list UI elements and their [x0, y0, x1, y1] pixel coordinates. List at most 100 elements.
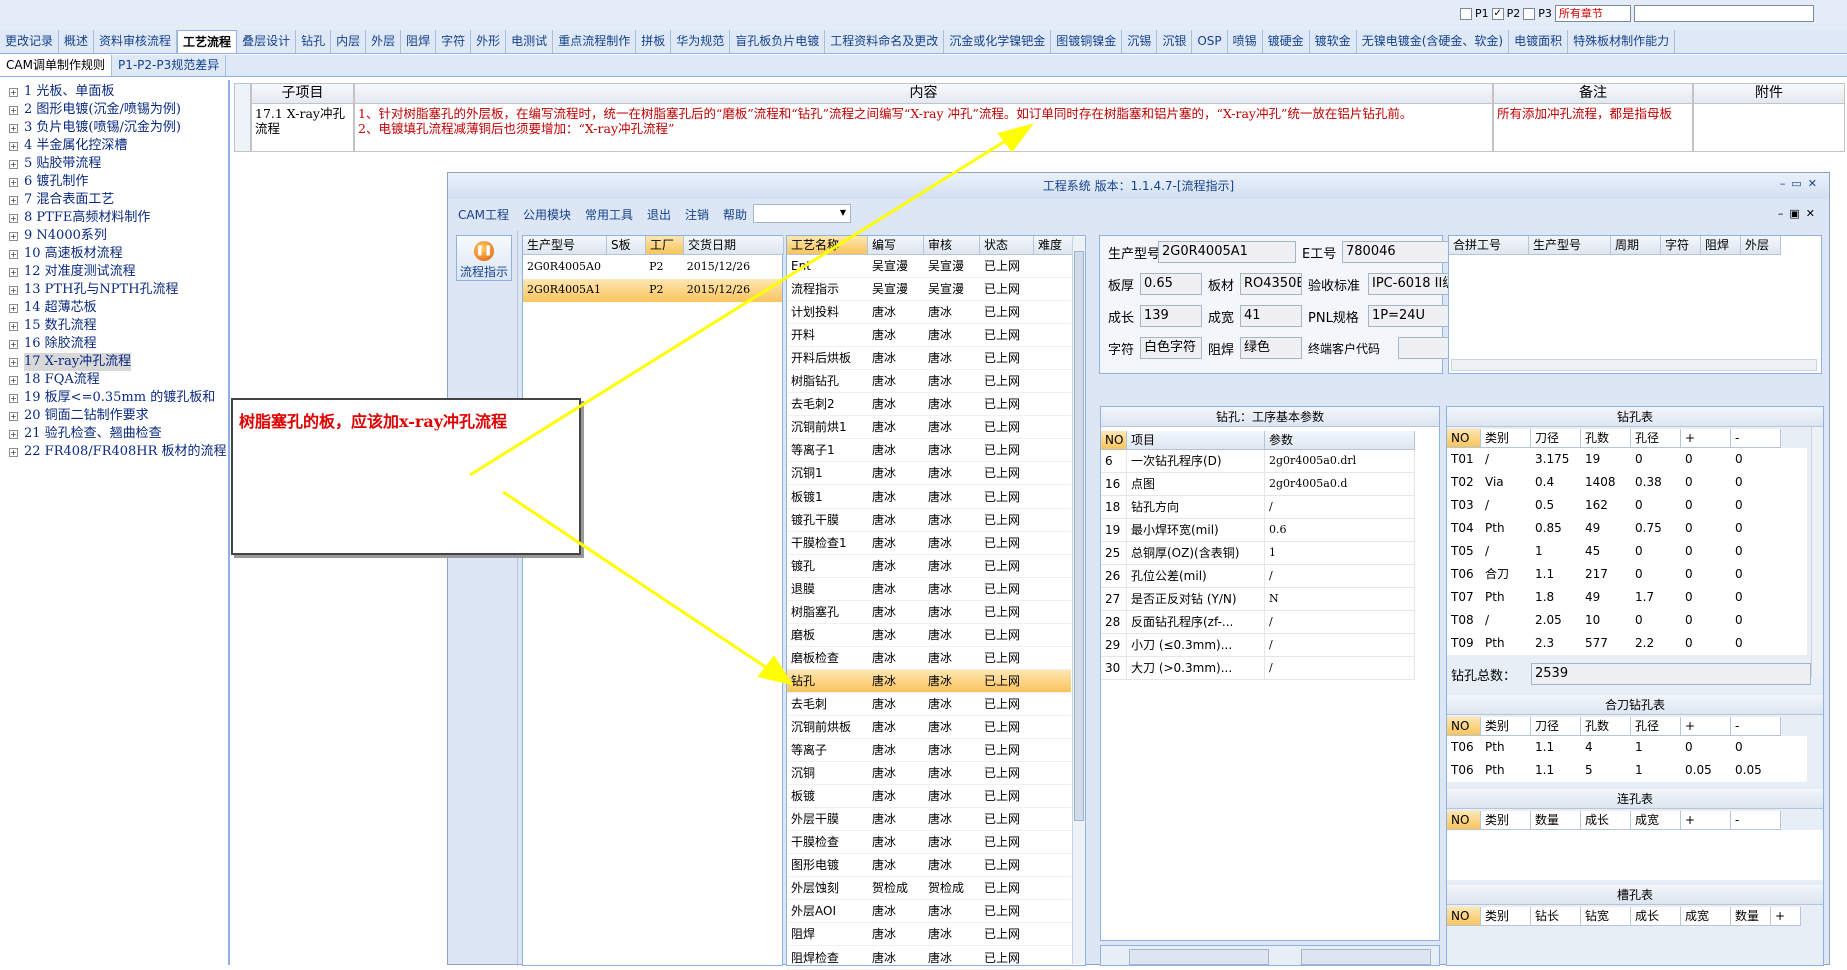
- model-header[interactable]: S板: [607, 236, 646, 255]
- combine-header[interactable]: 孔径: [1631, 717, 1681, 736]
- process-row[interactable]: 板镀1 唐冰 唐冰 已上网: [787, 486, 1071, 509]
- process-row[interactable]: 树脂钻孔 唐冰 唐冰 已上网: [787, 370, 1071, 394]
- info-field-wid[interactable]: 41: [1240, 305, 1302, 327]
- drill-row[interactable]: 16 点图 2g0r4005a0.d: [1101, 473, 1415, 496]
- tree-item[interactable]: +7 混合表面工艺: [0, 191, 228, 209]
- hole-row[interactable]: T04 Pth 0.85 49 0.75 0 0: [1447, 517, 1807, 540]
- tree-item[interactable]: +12 对准度测试流程: [0, 263, 228, 281]
- toolbar-combo[interactable]: ▼: [753, 204, 851, 223]
- combine-header[interactable]: 类别: [1481, 717, 1531, 736]
- attach-cell[interactable]: [1693, 104, 1845, 152]
- hole-scrollbar[interactable]: [1811, 427, 1823, 677]
- hole-header[interactable]: 类别: [1481, 429, 1531, 448]
- groove-header[interactable]: 钻长mm: [1531, 907, 1581, 926]
- tab-9[interactable]: 字符: [436, 30, 472, 53]
- process-row[interactable]: 外层AOI 唐冰 唐冰 已上网: [787, 900, 1071, 924]
- process-row[interactable]: 板镀 唐冰 唐冰 已上网: [787, 785, 1071, 809]
- tab-19[interactable]: 沉锡: [1122, 30, 1158, 53]
- expand-icon[interactable]: +: [9, 303, 18, 313]
- hole-header[interactable]: NO: [1447, 429, 1481, 448]
- p2-checkbox[interactable]: ✓: [1491, 7, 1504, 20]
- drill-row[interactable]: 6 一次钻孔程序(D) 2g0r4005a0.drl: [1101, 450, 1415, 473]
- process-row[interactable]: 磨板 唐冰 唐冰 已上网: [787, 624, 1071, 647]
- tree-item[interactable]: +15 数孔流程: [0, 317, 228, 335]
- process-header[interactable]: 审核: [924, 236, 980, 255]
- tab-18[interactable]: 图镀铜镍金: [1051, 30, 1123, 53]
- tab-5[interactable]: 钻孔: [296, 30, 332, 53]
- tree-item[interactable]: +17 X-ray冲孔流程: [0, 353, 228, 371]
- combine-header[interactable]: NO: [1447, 717, 1481, 736]
- process-row[interactable]: 干膜检查1 唐冰 唐冰 已上网: [787, 532, 1071, 555]
- tab-21[interactable]: OSP: [1192, 30, 1228, 53]
- process-row[interactable]: 图形电镀 唐冰 唐冰 已上网: [787, 854, 1071, 878]
- process-row[interactable]: 沉铜1 唐冰 唐冰 已上网: [787, 462, 1071, 486]
- process-header[interactable]: 编写: [868, 236, 924, 255]
- slot-header[interactable]: -: [1731, 811, 1781, 830]
- bottom-field-2[interactable]: [1301, 949, 1431, 965]
- model-row[interactable]: 2G0R4005A0 P2 2015/12/26: [523, 256, 782, 279]
- merge-header[interactable]: 外层: [1741, 236, 1781, 255]
- expand-icon[interactable]: +: [9, 393, 18, 403]
- tree-item[interactable]: +9 N4000系列: [0, 227, 228, 245]
- hole-row[interactable]: T02 Via 0.4 1408 0.38 0 0: [1447, 471, 1807, 494]
- tree-item[interactable]: +14 超薄芯板: [0, 299, 228, 317]
- groove-header[interactable]: 钻宽mm: [1581, 907, 1631, 926]
- tab-7[interactable]: 外层: [366, 30, 402, 53]
- process-row[interactable]: 计划投料 唐冰 唐冰 已上网: [787, 301, 1071, 325]
- tree-item[interactable]: +18 FQA流程: [0, 371, 228, 389]
- tab-17[interactable]: 沉金或化学镍钯金: [944, 30, 1052, 53]
- process-row[interactable]: 外层干膜 唐冰 唐冰 已上网: [787, 808, 1071, 832]
- process-row[interactable]: 钻孔 唐冰 唐冰 已上网: [787, 669, 1071, 693]
- tab-11[interactable]: 电测试: [506, 30, 554, 53]
- expand-icon[interactable]: +: [9, 267, 18, 277]
- drill-row[interactable]: 28 反面钻孔程序(zf-... /: [1101, 611, 1415, 634]
- combine-header[interactable]: 刀径: [1531, 717, 1581, 736]
- menu-item[interactable]: 退出: [647, 206, 671, 223]
- slot-header[interactable]: 数量: [1531, 811, 1581, 830]
- tab-8[interactable]: 阻焊: [401, 30, 437, 53]
- subtab-1[interactable]: P1-P2-P3规范差异: [112, 55, 227, 76]
- tab-23[interactable]: 镀硬金: [1263, 30, 1310, 53]
- process-row[interactable]: Ent 吴宣漫 吴宣漫 已上网: [787, 255, 1071, 278]
- menu-item[interactable]: CAM工程: [458, 206, 509, 223]
- drill-row[interactable]: 27 是否正反对钻 (Y/N) N: [1101, 588, 1415, 611]
- process-row[interactable]: 沉铜 唐冰 唐冰 已上网: [787, 762, 1071, 786]
- slot-header[interactable]: 类别: [1481, 811, 1531, 830]
- expand-icon[interactable]: +: [9, 105, 18, 115]
- tree-item[interactable]: +22 FR408/FR408HR 板材的流程: [0, 443, 228, 461]
- process-row[interactable]: 沉铜前烘板 唐冰 唐冰 已上网: [787, 716, 1071, 739]
- tab-25[interactable]: 无镍电镀金(含硬金、软金): [1357, 30, 1510, 53]
- merge-header[interactable]: 阻焊: [1701, 236, 1741, 255]
- drill-header[interactable]: NO: [1101, 431, 1127, 450]
- hole-row[interactable]: T06 合刀 1.1 217 0 0 0: [1447, 563, 1807, 586]
- process-scrollbar[interactable]: [1072, 237, 1085, 964]
- process-row[interactable]: 开料后烘板 唐冰 唐冰 已上网: [787, 347, 1071, 371]
- tree-item[interactable]: +10 高速板材流程: [0, 245, 228, 263]
- tab-3[interactable]: 工艺流程: [177, 30, 238, 53]
- slot-header[interactable]: 成长mm: [1581, 811, 1631, 830]
- search-input[interactable]: [1633, 5, 1814, 22]
- expand-icon[interactable]: +: [9, 177, 18, 187]
- subtab-0[interactable]: CAM调单制作规则: [0, 55, 112, 76]
- process-header[interactable]: 难度: [1034, 236, 1074, 255]
- expand-icon[interactable]: +: [9, 213, 18, 223]
- tab-2[interactable]: 资料审核流程: [94, 30, 178, 53]
- merge-header[interactable]: 周期: [1611, 236, 1661, 255]
- combine-header[interactable]: 孔数: [1581, 717, 1631, 736]
- section-select[interactable]: 所有章节: [1554, 5, 1631, 22]
- drill-row[interactable]: 29 小刀 (≤0.3mm)... /: [1101, 634, 1415, 657]
- combine-header[interactable]: -: [1731, 717, 1781, 736]
- hole-row[interactable]: T01 / 3.175 19 0 0 0: [1447, 448, 1807, 471]
- tree-item[interactable]: +19 板厚<=0.35mm 的镀孔板和: [0, 389, 228, 407]
- model-row[interactable]: 2G0R4005A1 P2 2015/12/26: [523, 279, 782, 302]
- process-row[interactable]: 等离子 唐冰 唐冰 已上网: [787, 739, 1071, 763]
- info-field-model[interactable]: 2G0R4005A1: [1158, 241, 1296, 263]
- info-field-mat[interactable]: RO4350B: [1240, 273, 1302, 295]
- slot-header[interactable]: NO: [1447, 811, 1481, 830]
- tab-20[interactable]: 沉银: [1157, 30, 1193, 53]
- hole-row[interactable]: T03 / 0.5 162 0 0 0: [1447, 494, 1807, 517]
- expand-icon[interactable]: +: [9, 141, 18, 151]
- process-row[interactable]: 开料 唐冰 唐冰 已上网: [787, 324, 1071, 348]
- expand-icon[interactable]: +: [9, 231, 18, 241]
- menu-item[interactable]: 注销: [685, 206, 709, 223]
